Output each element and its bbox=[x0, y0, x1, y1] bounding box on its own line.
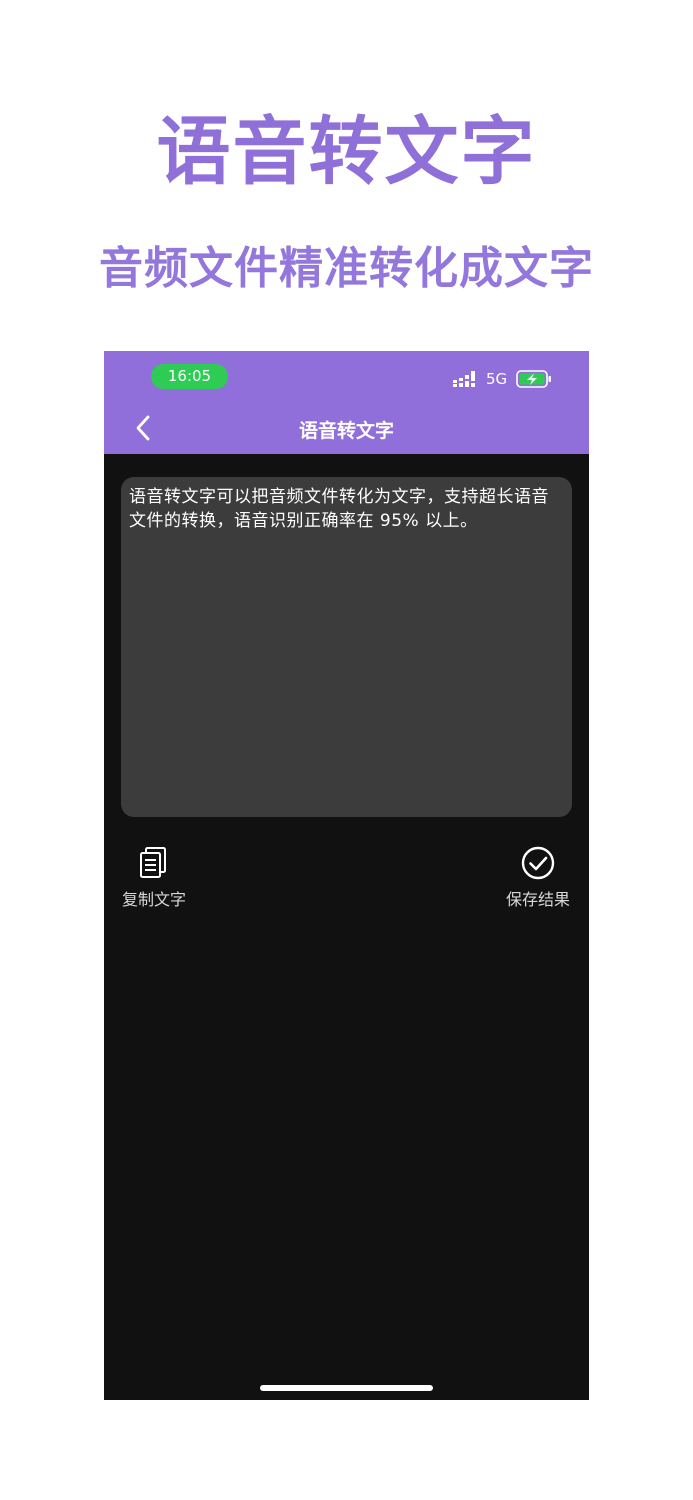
network-type: 5G bbox=[486, 370, 508, 388]
nav-title: 语音转文字 bbox=[298, 420, 394, 442]
navigation-bar: 语音转文字 bbox=[104, 401, 589, 454]
transcription-text-box[interactable]: 语音转文字可以把音频文件转化为文字，支持超长语音文件的转换，语音识别正确率在 9… bbox=[121, 477, 572, 817]
copy-text-button[interactable]: 复制文字 bbox=[118, 845, 190, 915]
save-result-label: 保存结果 bbox=[505, 890, 570, 909]
home-indicator[interactable] bbox=[260, 1385, 433, 1391]
promo-title: 语音转文字 bbox=[156, 109, 537, 195]
check-circle-icon bbox=[521, 846, 555, 880]
save-result-button[interactable]: 保存结果 bbox=[499, 845, 577, 915]
document-copy-icon bbox=[140, 847, 166, 878]
signal-bars-icon bbox=[453, 371, 475, 387]
status-bar: 16:05 5G bbox=[104, 351, 589, 401]
status-time: 16:05 bbox=[151, 364, 228, 389]
copy-text-label: 复制文字 bbox=[121, 890, 186, 909]
battery-charging-icon bbox=[516, 370, 551, 388]
transcription-text: 语音转文字可以把音频文件转化为文字，支持超长语音文件的转换，语音识别正确率在 9… bbox=[129, 487, 549, 531]
promo-subtitle: 音频文件精准转化成文字 bbox=[99, 243, 594, 294]
phone-screen: 16:05 5G 语音转文字 语音转文字可以把音频文件转化为文字，支持超长语音文… bbox=[104, 351, 589, 1400]
